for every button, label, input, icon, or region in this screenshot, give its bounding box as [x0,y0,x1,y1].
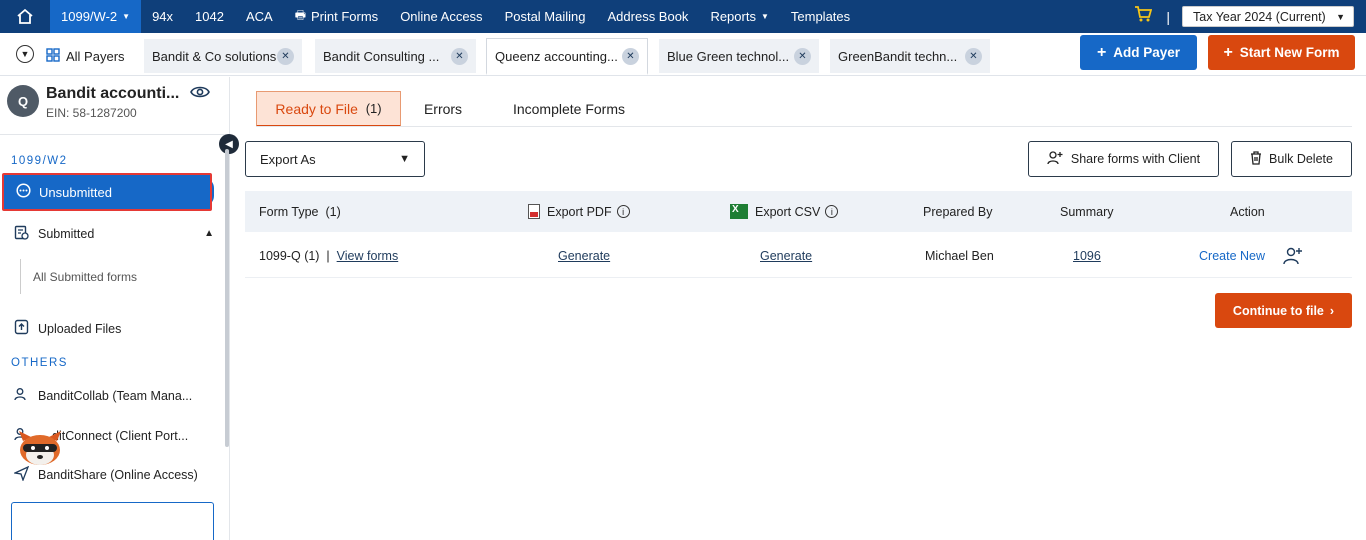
chevron-right-icon: › [1329,303,1335,318]
prepared-by-cell: Michael Ben [925,249,994,263]
bulk-delete-button[interactable]: Bulk Delete [1231,141,1352,177]
all-payers-button[interactable]: All Payers [46,41,125,71]
column-export-pdf: Export PDF i [528,191,630,232]
payer-tab[interactable]: Blue Green technol... ✕ [659,39,819,73]
nav-reports[interactable]: Reports ▼ [699,0,779,33]
nav-separator: | [1166,8,1170,25]
close-icon[interactable]: ✕ [965,47,982,65]
nav-1099-w2[interactable]: 1099/W-2 ▼ [50,0,142,33]
column-export-csv: Export CSVi [730,191,839,232]
continue-to-file-button[interactable]: Continue to file › [1215,293,1352,328]
eye-icon[interactable] [190,85,210,104]
chevron-down-icon: ▼ [399,153,410,165]
nav-1042[interactable]: 1042 [184,0,235,33]
section-label-1099-w2: 1099/W2 [11,155,68,167]
nav-address-book[interactable]: Address Book [597,0,700,33]
section-label-others: OTHERS [11,357,68,369]
payer-tab-active[interactable]: Queenz accounting... ✕ [486,38,648,75]
payer-tab[interactable]: Bandit Consulting ... ✕ [315,39,476,73]
printer-icon: 🖶 [294,8,307,22]
more-circle-icon [16,183,31,201]
payer-tab-bar: ▼ All Payers Bandit & Co solutions ✕ Band… [0,33,1366,76]
grid-icon [46,47,60,65]
nav-postal-mailing[interactable]: Postal Mailing [494,0,597,33]
sidebar-scrollbar[interactable] [225,149,229,447]
close-icon[interactable]: ✕ [451,47,468,65]
sidebar-bottom-card[interactable] [11,502,214,540]
chevron-down-icon: ▼ [760,12,769,21]
close-icon[interactable]: ✕ [622,47,639,65]
tabs-underline [256,126,1352,127]
form-type-cell: 1099-Q (1) | View forms [259,249,399,263]
chevron-down-icon[interactable]: ▼ [16,45,34,63]
payer-tab[interactable]: Bandit & Co solutions ✕ [144,39,302,73]
sidebar-item-unsubmitted[interactable]: Unsubmitted [2,173,212,211]
info-icon[interactable]: i [825,205,839,218]
tree-line [20,259,21,294]
chevron-down-icon: ▼ [1336,11,1345,22]
add-payer-button[interactable]: + Add Payer [1080,35,1197,70]
sidebar-item-uploaded-files[interactable]: Uploaded Files [14,319,121,338]
column-prepared-by: Prepared By [923,204,993,219]
nav-templates[interactable]: Templates [780,0,861,33]
top-navigation: 1099/W-2 ▼ 94x 1042 ACA 🖶 Print Forms Onli… [0,0,1366,33]
users-icon [14,387,32,405]
nav-aca[interactable]: ACA [235,0,284,33]
upload-file-icon [14,319,32,338]
column-action: Action [1230,204,1265,219]
tab-errors[interactable]: Errors [410,91,476,127]
excel-file-icon [730,204,748,219]
pdf-file-icon [528,204,540,219]
nav-94x[interactable]: 94x [141,0,184,33]
info-icon[interactable]: i [616,205,630,218]
close-icon[interactable]: ✕ [277,47,294,65]
add-user-icon[interactable] [1283,234,1303,278]
tab-incomplete-forms[interactable]: Incomplete Forms [500,91,638,127]
view-forms-link[interactable]: View forms [337,249,399,263]
divider [0,134,230,135]
sidebar-item-all-submitted[interactable]: All Submitted forms [33,270,137,284]
table-row: 1099-Q (1) | View forms Generate Generat… [245,234,1352,278]
sidebar-item-submitted[interactable]: Submitted ▲ [14,224,214,243]
home-icon[interactable] [0,0,50,33]
generate-pdf-link[interactable]: Generate [558,234,610,278]
payer-tab[interactable]: GreenBandit techn... ✕ [830,39,990,73]
clipboard-check-icon [14,224,32,243]
avatar: Q [7,85,39,117]
column-form-type: Form Type (1) [259,204,341,219]
export-as-dropdown[interactable]: Export As ▼ [245,141,425,177]
start-new-form-button[interactable]: + Start New Form [1208,35,1355,70]
create-new-link[interactable]: Create New [1199,234,1265,278]
nav-print-forms[interactable]: 🖶 Print Forms [284,0,390,33]
generate-csv-link[interactable]: Generate [760,234,812,278]
payer-name: Bandit accounti... [46,85,180,102]
column-summary: Summary [1060,204,1114,219]
summary-1096-link[interactable]: 1096 [1073,234,1101,278]
plus-icon: + [1223,43,1233,61]
sidebar: Q Bandit accounti... EIN: 58-1287200 ◀ 1… [0,77,239,540]
cart-icon[interactable] [1134,6,1153,27]
sidebar-item-banditcollab[interactable]: BanditCollab (Team Mana... [14,387,192,405]
share-forms-with-client-button[interactable]: Share forms with Client [1028,141,1219,177]
tab-ready-to-file[interactable]: Ready to File (1) [256,91,401,127]
trash-icon [1250,150,1262,168]
tax-year-select[interactable]: Tax Year 2024 (Current) ▼ [1182,6,1354,27]
main-content: Ready to File (1) Errors Incomplete Form… [230,77,1366,540]
close-icon[interactable]: ✕ [794,47,811,65]
nav-online-access[interactable]: Online Access [389,0,493,33]
payer-ein: EIN: 58-1287200 [46,106,137,120]
plus-icon: + [1096,43,1107,61]
user-share-icon [1047,150,1064,169]
forms-table-header: Form Type (1) Export PDFi Export CSVi Pr… [245,191,1352,232]
raccoon-mascot-icon[interactable] [15,429,65,469]
chevron-down-icon: ▼ [122,12,131,21]
chevron-up-icon[interactable]: ▲ [204,228,214,239]
